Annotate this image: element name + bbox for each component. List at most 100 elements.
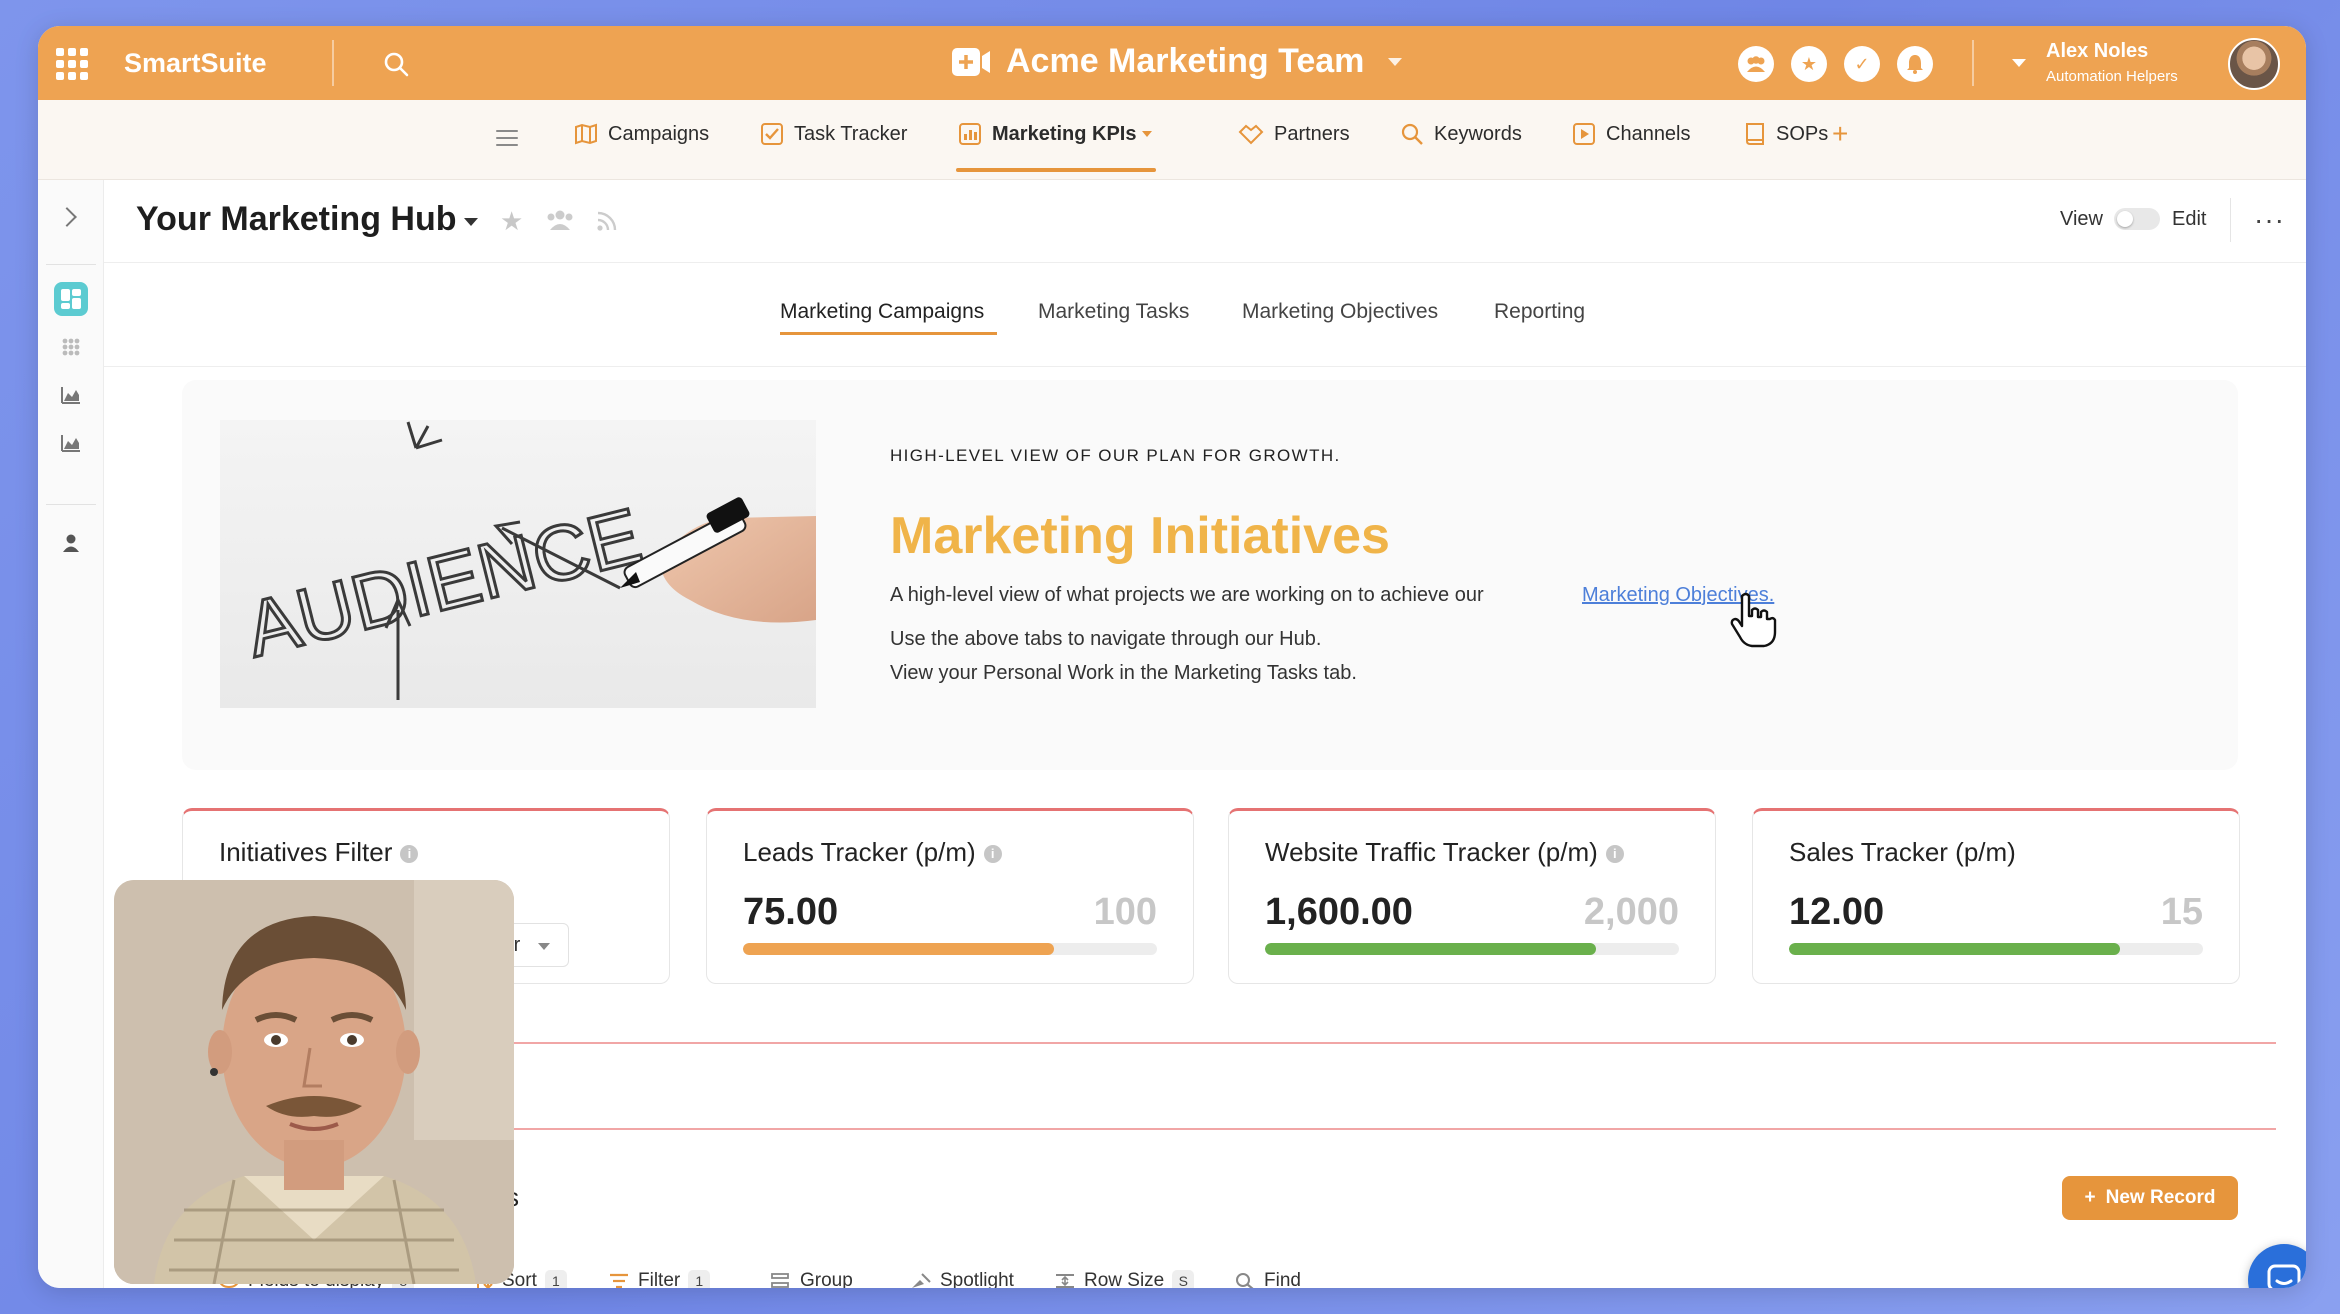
progress-fill: [1265, 943, 1597, 955]
chevron-down-icon[interactable]: [2012, 59, 2026, 67]
spotlight-button[interactable]: Spotlight: [910, 1270, 1014, 1288]
area-chart-icon[interactable]: [54, 378, 88, 412]
add-app-button[interactable]: +: [1832, 118, 1848, 150]
checkbox-icon: [761, 123, 783, 145]
kpi-target: 100: [1093, 891, 1157, 933]
progress-bar: [1789, 943, 2203, 955]
filter-button[interactable]: Filter 1: [608, 1270, 711, 1288]
nav-item-marketing-kpis[interactable]: Marketing KPIs: [958, 122, 1153, 146]
image-text: AUDIENCE: [237, 491, 649, 674]
section-divider: [218, 1042, 2276, 1044]
hero-instruction: Use the above tabs to navigate through o…: [890, 628, 1322, 650]
active-nav-underline: [956, 168, 1156, 172]
toolbar-label: Row Size: [1084, 1270, 1165, 1288]
nav-item-label: Marketing KPIs: [992, 122, 1137, 145]
chart-icon: [959, 123, 981, 145]
progress-fill: [743, 943, 1054, 955]
chevron-right-icon[interactable]: [57, 207, 77, 227]
check-icon[interactable]: ✓: [1844, 46, 1880, 82]
card-title-text: Website Traffic Tracker (p/m): [1265, 837, 1598, 867]
chat-launcher-button[interactable]: [2248, 1244, 2306, 1288]
person-icon[interactable]: [54, 526, 88, 560]
more-options-button[interactable]: ···: [2254, 204, 2285, 236]
header-divider: [2230, 198, 2231, 242]
nav-item-label: Task Tracker: [794, 122, 908, 145]
group-button[interactable]: Group: [770, 1270, 853, 1288]
area-chart-icon[interactable]: [54, 426, 88, 460]
grid-view-icon[interactable]: [54, 330, 88, 364]
edit-mode-label: Edit: [2172, 208, 2207, 230]
new-record-label: New Record: [2105, 1187, 2216, 1208]
card-title: Leads Tracker (p/m) i: [743, 837, 1002, 868]
top-actions: ★ ✓: [1738, 46, 1933, 82]
kpi-value: 12.00: [1789, 891, 1885, 933]
tab-marketing-tasks[interactable]: Marketing Tasks: [1038, 300, 1189, 324]
group-icon: [771, 1273, 789, 1288]
new-record-button[interactable]: + New Record: [2062, 1176, 2238, 1220]
row-size-icon: [1056, 1274, 1074, 1288]
map-icon: [575, 123, 597, 145]
chevron-down-icon[interactable]: [464, 218, 478, 226]
topbar-divider: [1972, 40, 1974, 86]
dashboard-icon[interactable]: [54, 282, 88, 316]
book-icon: [1746, 123, 1764, 145]
star-icon[interactable]: ★: [1791, 46, 1827, 82]
search-icon[interactable]: [382, 50, 410, 78]
nav-item-task-tracker[interactable]: Task Tracker: [760, 122, 907, 146]
menu-icon[interactable]: [496, 130, 518, 146]
active-tab-underline: [780, 332, 997, 335]
toolbar-count: 1: [544, 1270, 567, 1288]
tabs-separator: [104, 366, 2306, 367]
row-size-button[interactable]: Row Size S: [1054, 1270, 1195, 1288]
toolbar-label: Filter: [638, 1270, 681, 1288]
view-edit-toggle[interactable]: [2114, 208, 2160, 230]
kpi-value: 1,600.00: [1265, 891, 1413, 933]
nav-item-keywords[interactable]: Keywords: [1400, 122, 1522, 146]
kpi-card-sales: Sales Tracker (p/m) 12.00 15: [1752, 808, 2240, 984]
hero-description: A high-level view of what projects we ar…: [890, 584, 1484, 606]
card-title: Initiatives Filter i: [219, 837, 419, 868]
star-icon[interactable]: ★: [500, 206, 523, 237]
tab-reporting[interactable]: Reporting: [1494, 300, 1585, 324]
chevron-down-icon[interactable]: [1142, 131, 1153, 137]
nav-item-partners[interactable]: Partners: [1238, 122, 1350, 146]
hero-instruction: View your Personal Work in the Marketing…: [890, 662, 1357, 684]
hand-cursor-icon: [1730, 592, 1777, 648]
hero-title: Marketing Initiatives: [890, 507, 1390, 565]
find-button[interactable]: Find: [1234, 1270, 1301, 1288]
spotlight-icon: [912, 1273, 931, 1288]
tab-marketing-campaigns[interactable]: Marketing Campaigns: [780, 300, 984, 324]
page-title[interactable]: Your Marketing Hub: [136, 200, 457, 239]
nav-item-channels[interactable]: Channels: [1572, 122, 1691, 146]
info-icon[interactable]: i: [1605, 845, 1624, 863]
nav-item-campaigns[interactable]: Campaigns: [574, 122, 709, 146]
user-name[interactable]: Alex Noles: [2046, 40, 2148, 63]
play-icon: [1573, 123, 1595, 145]
search-icon: [1401, 123, 1423, 145]
chat-icon: [2267, 1264, 2301, 1288]
rss-icon[interactable]: [596, 210, 618, 232]
app-window: SmartSuite Acme Marketing Team ★ ✓ Alex …: [38, 26, 2306, 1288]
presenter-video: [114, 880, 514, 1284]
progress-bar: [1265, 943, 1679, 955]
nav-item-sops[interactable]: SOPs: [1744, 122, 1828, 146]
tab-marketing-objectives[interactable]: Marketing Objectives: [1242, 300, 1438, 324]
card-title-text: Sales Tracker (p/m): [1789, 837, 2016, 867]
avatar[interactable]: [2228, 38, 2280, 90]
team-icon[interactable]: [546, 208, 574, 232]
user-role: Automation Helpers: [2046, 68, 2178, 85]
left-rail: [38, 180, 104, 1288]
rail-divider: [46, 504, 96, 505]
card-title-text: Initiatives Filter: [219, 837, 393, 867]
search-icon: [1236, 1273, 1254, 1288]
workspace-title: Acme Marketing Team: [1006, 42, 1365, 80]
team-icon[interactable]: [1738, 46, 1774, 82]
bell-icon[interactable]: [1897, 46, 1933, 82]
workspace-switcher[interactable]: Acme Marketing Team: [950, 42, 1403, 81]
apps-grid-icon[interactable]: [56, 48, 88, 80]
info-icon[interactable]: i: [400, 845, 419, 863]
toolbar-count: 1: [688, 1270, 711, 1288]
info-icon[interactable]: i: [983, 845, 1002, 863]
nav-item-label: Keywords: [1434, 122, 1522, 145]
kpi-value: 75.00: [743, 891, 839, 933]
